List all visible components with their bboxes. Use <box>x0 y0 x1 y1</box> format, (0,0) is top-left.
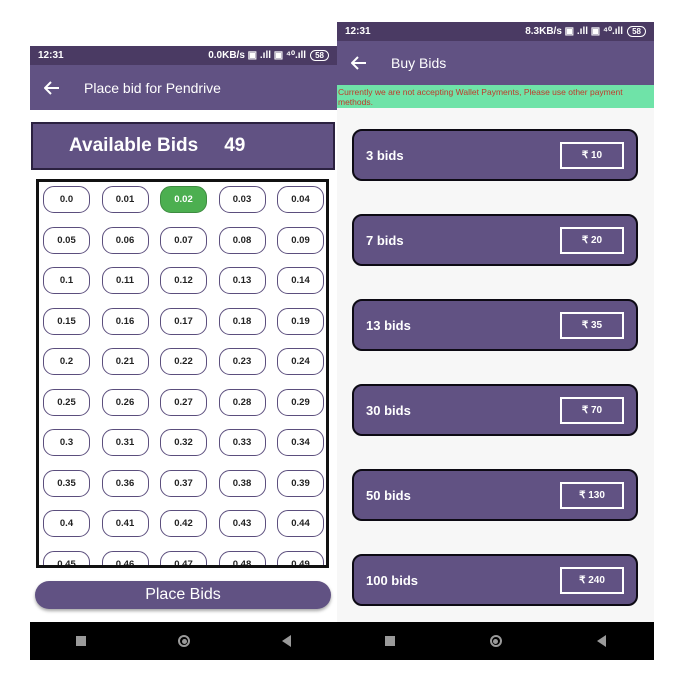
bid-package-label: 50 bids <box>366 487 411 503</box>
bid-grid-container[interactable]: 0.0 0.01 0.02 0.03 0.04 0.05 0.06 0.07 0.08 0.09 0… <box>36 179 329 568</box>
bid-option[interactable]: 0.18 <box>218 307 266 335</box>
bid-package-label: 13 bids <box>366 317 411 333</box>
status-bar: 12:31 0.0KB/s ▣ .ıll ▣ ⁴⁰.ıll 58 <box>30 46 337 65</box>
bid-option[interactable]: 0.29 <box>277 388 324 416</box>
bid-option[interactable]: 0.3 <box>43 429 90 456</box>
bid-option[interactable]: 0.09 <box>277 226 324 254</box>
bid-package-price-button[interactable]: ₹ 240 <box>560 566 624 594</box>
status-bar: 12:31 8.3KB/s ▣ .ıll ▣ ⁴⁰.ıll 58 <box>337 22 654 41</box>
bid-package-card[interactable]: 30 bids ₹ 70 <box>352 384 638 436</box>
bid-option[interactable]: 0.33 <box>218 429 266 456</box>
bid-option[interactable]: 0.1 <box>43 267 90 294</box>
back-icon[interactable] <box>282 635 291 647</box>
bid-option[interactable]: 0.06 <box>101 226 149 254</box>
bid-option[interactable]: 0.12 <box>160 267 207 294</box>
app-bar: Place bid for Pendrive <box>30 65 337 110</box>
buy-bids-screen: 12:31 8.3KB/s ▣ .ıll ▣ ⁴⁰.ıll 58 Buy Bid… <box>337 22 654 660</box>
bid-option[interactable]: 0.35 <box>43 469 90 497</box>
bid-option[interactable]: 0.26 <box>101 388 149 416</box>
available-bids-count: 49 <box>224 135 246 156</box>
bid-package-label: 30 bids <box>366 402 411 418</box>
bid-package-label: 100 bids <box>366 572 419 588</box>
bid-option[interactable]: 0.48 <box>218 550 266 565</box>
status-time: 12:31 <box>38 50 64 61</box>
bid-option[interactable]: 0.32 <box>160 429 207 456</box>
bid-option[interactable]: 0.2 <box>43 348 90 375</box>
page-title: Buy Bids <box>391 55 447 71</box>
recents-icon[interactable] <box>76 636 86 646</box>
bid-option[interactable]: 0.02 <box>160 186 207 213</box>
bid-option[interactable]: 0.04 <box>277 186 324 213</box>
bid-package-price-button[interactable]: ₹ 20 <box>560 226 624 254</box>
bid-option[interactable]: 0.13 <box>218 267 266 294</box>
app-bar: Buy Bids <box>337 41 654 85</box>
bid-option[interactable]: 0.45 <box>43 550 90 565</box>
bid-option[interactable]: 0.27 <box>160 388 207 416</box>
bid-option[interactable]: 0.49 <box>277 550 324 565</box>
bid-option[interactable]: 0.23 <box>218 348 266 375</box>
bid-option[interactable]: 0.01 <box>101 186 149 213</box>
bid-package-price-button[interactable]: ₹ 10 <box>560 141 624 169</box>
available-bids-banner: Available Bids 49 <box>31 122 335 170</box>
home-icon[interactable] <box>178 635 190 647</box>
bid-option[interactable]: 0.4 <box>43 510 90 537</box>
bid-option[interactable]: 0.14 <box>277 267 324 294</box>
status-network: 0.0KB/s ▣ .ıll ▣ ⁴⁰.ıll <box>208 50 307 61</box>
available-bids-label: Available Bids <box>69 135 199 156</box>
page-title: Place bid for Pendrive <box>84 79 221 96</box>
bid-option[interactable]: 0.31 <box>101 429 149 456</box>
bid-option[interactable]: 0.34 <box>277 429 324 456</box>
bid-option[interactable]: 0.38 <box>218 469 266 497</box>
bid-package-price-button[interactable]: ₹ 70 <box>560 396 624 424</box>
android-nav-bar <box>30 622 337 660</box>
recents-icon[interactable] <box>384 636 395 646</box>
bid-package-card[interactable]: 50 bids ₹ 130 <box>352 469 638 521</box>
bid-package-price-button[interactable]: ₹ 35 <box>560 311 624 339</box>
bid-option[interactable]: 0.41 <box>101 510 149 537</box>
bid-package-label: 3 bids <box>366 147 404 163</box>
bid-option[interactable]: 0.19 <box>277 307 324 335</box>
bid-option[interactable]: 0.25 <box>43 388 90 416</box>
battery-icon: 58 <box>310 50 329 61</box>
bid-option[interactable]: 0.17 <box>160 307 207 335</box>
status-time: 12:31 <box>345 26 371 37</box>
bid-option[interactable]: 0.37 <box>160 469 207 497</box>
place-bid-screen: 12:31 0.0KB/s ▣ .ıll ▣ ⁴⁰.ıll 58 Place b… <box>30 46 337 660</box>
bid-option[interactable]: 0.05 <box>43 226 90 254</box>
status-network: 8.3KB/s ▣ .ıll ▣ ⁴⁰.ıll <box>525 26 624 37</box>
home-icon[interactable] <box>489 635 502 647</box>
bid-package-card[interactable]: 13 bids ₹ 35 <box>352 299 638 351</box>
bid-package-card[interactable]: 100 bids ₹ 240 <box>352 554 638 606</box>
bid-option[interactable]: 0.46 <box>101 550 149 565</box>
bid-option[interactable]: 0.47 <box>160 550 207 565</box>
bid-option[interactable]: 0.44 <box>277 510 324 537</box>
bid-package-price-button[interactable]: ₹ 130 <box>560 481 624 509</box>
bid-option[interactable]: 0.28 <box>218 388 266 416</box>
wallet-notice: Currently we are not accepting Wallet Pa… <box>337 85 654 108</box>
bid-option[interactable]: 0.24 <box>277 348 324 375</box>
bid-option[interactable]: 0.11 <box>101 267 149 294</box>
bid-option[interactable]: 0.07 <box>160 226 207 254</box>
bid-option[interactable]: 0.0 <box>43 186 90 213</box>
bid-option[interactable]: 0.43 <box>218 510 266 537</box>
bid-package-card[interactable]: 3 bids ₹ 10 <box>352 129 638 181</box>
bid-option[interactable]: 0.42 <box>160 510 207 537</box>
bid-option[interactable]: 0.21 <box>101 348 149 375</box>
battery-icon: 58 <box>627 26 646 37</box>
bid-option[interactable]: 0.16 <box>101 307 149 335</box>
bid-package-card[interactable]: 7 bids ₹ 20 <box>352 214 638 266</box>
bid-option[interactable]: 0.03 <box>218 186 266 213</box>
place-bids-button[interactable]: Place Bids <box>35 581 331 609</box>
android-nav-bar <box>337 622 654 660</box>
bid-option[interactable]: 0.15 <box>43 307 90 335</box>
bid-grid: 0.0 0.01 0.02 0.03 0.04 0.05 0.06 0.07 0.08 0.09 0… <box>39 182 326 565</box>
bid-option[interactable]: 0.22 <box>160 348 207 375</box>
bid-package-label: 7 bids <box>366 232 404 248</box>
back-icon[interactable] <box>597 635 607 647</box>
bid-option[interactable]: 0.36 <box>101 469 149 497</box>
bid-option[interactable]: 0.39 <box>277 469 324 497</box>
back-arrow-icon[interactable] <box>44 79 62 97</box>
bid-option[interactable]: 0.08 <box>218 226 266 254</box>
back-arrow-icon[interactable] <box>351 54 369 72</box>
